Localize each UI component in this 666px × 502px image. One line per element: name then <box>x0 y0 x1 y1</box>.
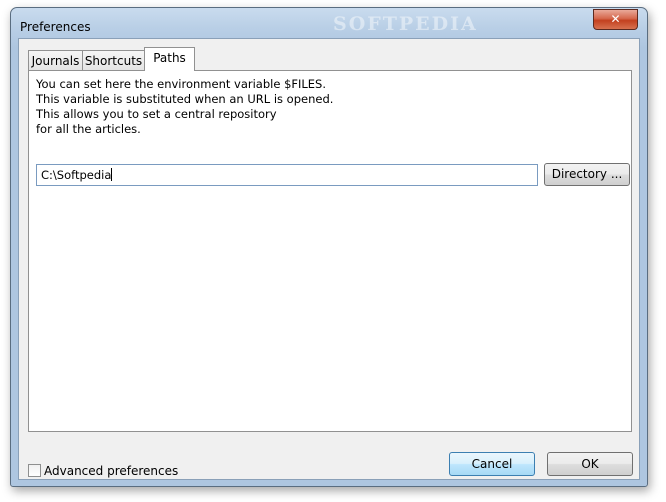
text-caret <box>111 168 113 181</box>
description-line: You can set here the environment variabl… <box>36 77 327 91</box>
description-line: for all the articles. <box>36 122 141 136</box>
close-button[interactable]: ✕ <box>593 9 638 30</box>
close-icon: ✕ <box>610 12 621 26</box>
directory-button[interactable]: Directory ... <box>544 163 630 186</box>
dialog-client-area: Journals Shortcuts Paths You can set her… <box>18 38 640 480</box>
tab-paths[interactable]: Paths <box>144 47 195 71</box>
advanced-preferences-checkbox[interactable] <box>28 464 41 477</box>
tab-journals-label: Journals <box>31 54 80 68</box>
tab-journals[interactable]: Journals <box>28 50 83 71</box>
title-bar[interactable]: Preferences SOFTPEDIA ✕ <box>11 8 647 38</box>
files-path-input[interactable]: C:\Softpedia <box>36 164 538 186</box>
preferences-dialog: Preferences SOFTPEDIA ✕ Journals Shortcu… <box>10 7 648 487</box>
paths-panel: You can set here the environment variabl… <box>28 70 632 432</box>
advanced-preferences-label: Advanced preferences <box>44 464 179 478</box>
description-line: This allows you to set a central reposit… <box>36 107 277 121</box>
tab-shortcuts[interactable]: Shortcuts <box>82 50 145 71</box>
tab-paths-label: Paths <box>153 51 186 65</box>
tab-shortcuts-label: Shortcuts <box>84 54 143 68</box>
ok-button[interactable]: OK <box>547 452 633 476</box>
cancel-button[interactable]: Cancel <box>449 452 535 476</box>
paths-description: You can set here the environment variabl… <box>36 77 333 137</box>
description-line: This variable is substituted when an URL… <box>36 92 334 106</box>
files-path-value: C:\Softpedia <box>41 168 112 182</box>
window-title: Preferences <box>20 20 91 34</box>
softpedia-watermark: SOFTPEDIA <box>333 13 478 35</box>
